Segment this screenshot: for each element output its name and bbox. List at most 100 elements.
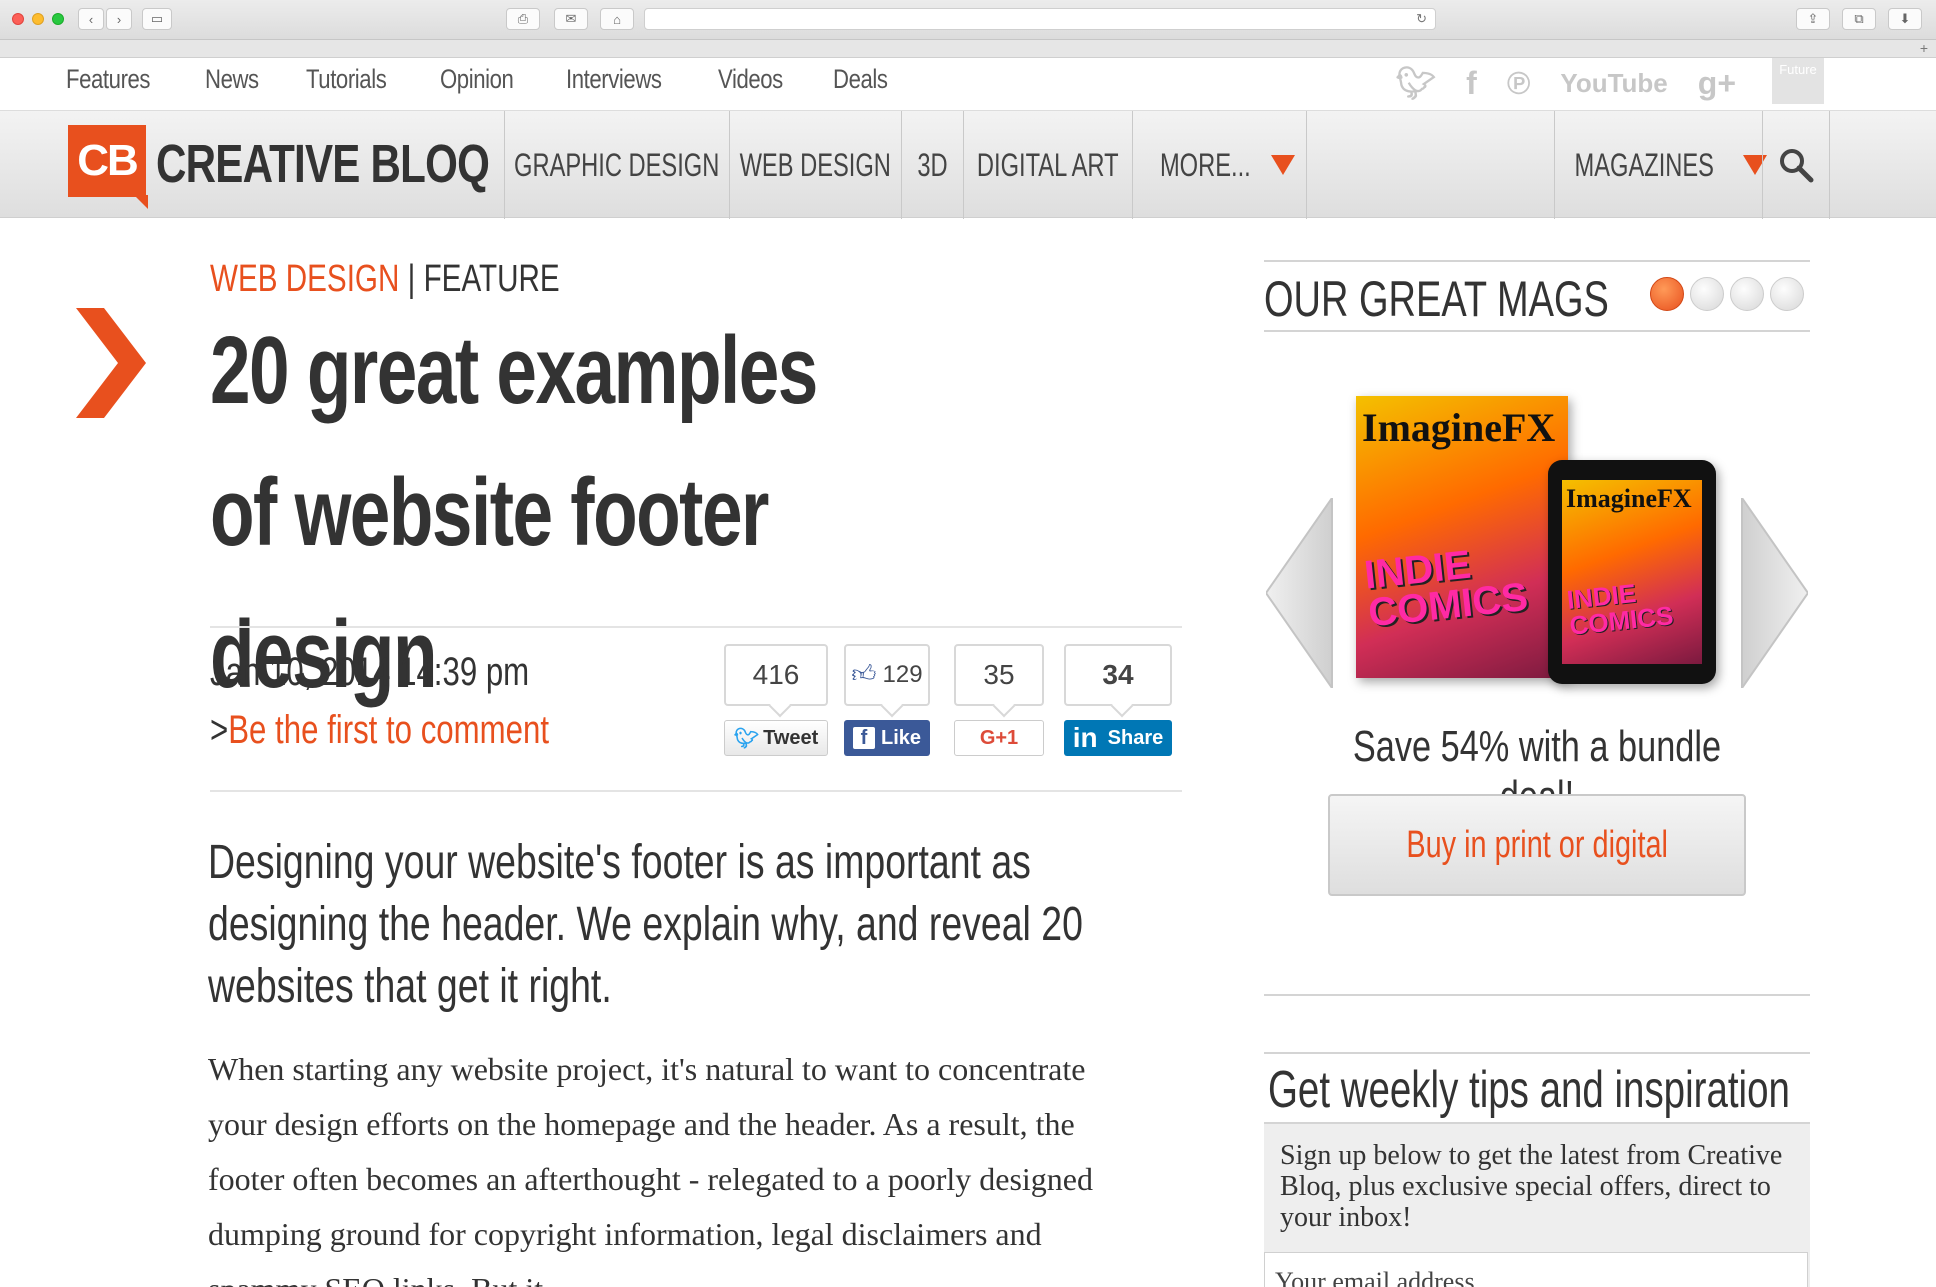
facebook-icon[interactable]: f [1466,65,1477,102]
top-nav-links: Features News Tutorials Opinion Intervie… [66,64,936,95]
window-controls [12,13,64,25]
nav-more-label: MORE... [1160,146,1251,183]
zoom-window-button[interactable] [52,13,64,25]
buy-button[interactable]: Buy in print or digital [1328,794,1746,896]
magazine-print-cover[interactable]: ImagineFX INDIE COMICS [1356,396,1568,678]
carousel-pagination [1650,277,1804,311]
mail-icon[interactable]: ✉ [554,8,588,30]
divider [210,790,1182,792]
carousel-dot[interactable] [1770,277,1804,311]
sidebar-toggle-icon[interactable]: ▭ [142,8,172,30]
google-plus-icon[interactable]: g+ [1698,65,1736,102]
carousel-next-arrow-icon[interactable] [1740,498,1808,688]
tweet-count: 416 [724,644,828,706]
nav-link-tutorials[interactable]: Tutorials [306,64,387,95]
facebook-icon: f [852,727,875,749]
print-icon[interactable]: ⎙ [506,8,540,30]
nav-link-news[interactable]: News [205,64,259,95]
nav-link-deals[interactable]: Deals [833,64,888,95]
facebook-share: 👍︎ 129 f Like [844,644,930,756]
address-bar[interactable]: ↻ [644,8,1436,30]
linkedin-share: 34 in Share [1064,644,1172,756]
nav-web-design[interactable]: WEB DESIGN [729,111,901,219]
search-icon [1780,149,1814,183]
google-plus-share: 35 G+1 [954,644,1044,756]
tabs-icon[interactable]: ⧉ [1842,8,1876,30]
pinterest-icon[interactable]: ℗ [1507,65,1531,102]
newsletter-box: Sign up below to get the latest from Cre… [1264,1122,1810,1287]
carousel-dot[interactable] [1730,277,1764,311]
reload-icon[interactable]: ↻ [1416,11,1427,27]
tablet-screen: ImagineFX INDIE COMICS [1562,480,1702,664]
like-button[interactable]: f Like [844,720,930,756]
youtube-icon[interactable]: YouTube [1560,68,1667,99]
logo-wordmark[interactable]: CREATIVE BLOQ [156,133,490,195]
nav-link-features[interactable]: Features [66,64,151,95]
thumbs-up-icon: 👍︎ [851,661,877,688]
carousel-prev-arrow-icon[interactable] [1266,498,1334,688]
home-icon[interactable]: ⌂ [600,8,634,30]
linkedin-icon: in [1072,722,1098,753]
nav-graphic-design[interactable]: GRAPHIC DESIGN [504,111,729,219]
divider [1264,994,1810,996]
social-links: 🐦︎ f ℗ YouTube g+ [1396,64,1736,102]
feature-chevron-icon [76,308,146,418]
newsletter-description: Sign up below to get the latest from Cre… [1280,1140,1783,1233]
future-logo[interactable]: Future [1772,58,1824,104]
like-button-label: Like [880,726,922,749]
nav-more[interactable]: MORE... [1132,111,1307,219]
magazine-masthead: ImagineFX [1362,405,1556,450]
comment-link-text: Be the first to comment [228,708,550,752]
twitter-icon[interactable]: 🐦︎ [1396,64,1437,102]
main-navigation: CB CREATIVE BLOQ GRAPHIC DESIGN WEB DESI… [0,110,1936,219]
share-icon[interactable]: ⇪ [1796,8,1830,30]
article-lead: Designing your website's footer is as im… [208,836,1083,1013]
nav-link-videos[interactable]: Videos [718,64,783,95]
divider [1264,1052,1810,1054]
nav-link-opinion[interactable]: Opinion [440,64,514,95]
magazine-masthead: ImagineFX [1566,484,1692,513]
nav-web-design-label: WEB DESIGN [739,146,892,183]
linkedin-button[interactable]: in Share [1064,720,1172,756]
linkedin-count: 34 [1064,644,1172,706]
email-input[interactable]: Your email address [1264,1252,1808,1287]
linkedin-button-label: Share [1107,726,1164,749]
forward-button[interactable]: › [106,8,132,30]
nav-3d[interactable]: 3D [901,111,963,219]
nav-digital-art[interactable]: DIGITAL ART [963,111,1132,219]
article-category-link[interactable]: WEB DESIGN [210,258,399,300]
like-count: 129 [882,661,923,688]
gplus-button[interactable]: G+1 [954,720,1044,756]
carousel-dot[interactable] [1690,277,1724,311]
top-navigation: Features News Tutorials Opinion Intervie… [0,58,1936,110]
search-button[interactable] [1762,111,1830,219]
article-body: When starting any website project, it's … [208,1051,1093,1287]
dropdown-arrow-icon [1270,155,1295,175]
nav-link-interviews[interactable]: Interviews [566,64,662,95]
nav-magazines[interactable]: MAGAZINES [1554,111,1767,219]
comment-link-prefix: > [210,708,229,752]
close-window-button[interactable] [12,13,24,25]
nav-magazines-label: MAGAZINES [1574,146,1715,183]
magazine-digital-edition[interactable]: ImagineFX INDIE COMICS [1548,460,1716,684]
nav-graphic-design-label: GRAPHIC DESIGN [514,146,720,183]
like-count-box: 👍︎ 129 [844,644,930,706]
article-kicker: WEB DESIGN | FEATURE [210,258,560,301]
article-type: FEATURE [423,258,560,300]
carousel-dot[interactable] [1650,277,1684,311]
back-button[interactable]: ‹ [78,8,104,30]
twitter-icon: 🐦︎ [733,727,760,750]
downloads-icon[interactable]: ⬇ [1888,8,1922,30]
article-date: Jan 10, 2014 14:39 pm [210,650,530,694]
nav-3d-label: 3D [917,146,948,183]
logo-mark[interactable]: CB [68,125,148,209]
minimize-window-button[interactable] [32,13,44,25]
magazine-cover-headline: INDIE COMICS [1565,577,1675,641]
mags-heading: OUR GREAT MAGS [1264,271,1609,327]
comment-link[interactable]: >Be the first to comment [210,708,549,753]
tweet-button-label: Tweet [763,726,819,749]
divider [1264,330,1810,332]
new-tab-icon[interactable]: + [1920,40,1928,56]
tweet-button[interactable]: 🐦︎ Tweet [724,720,828,756]
divider [1264,260,1810,262]
